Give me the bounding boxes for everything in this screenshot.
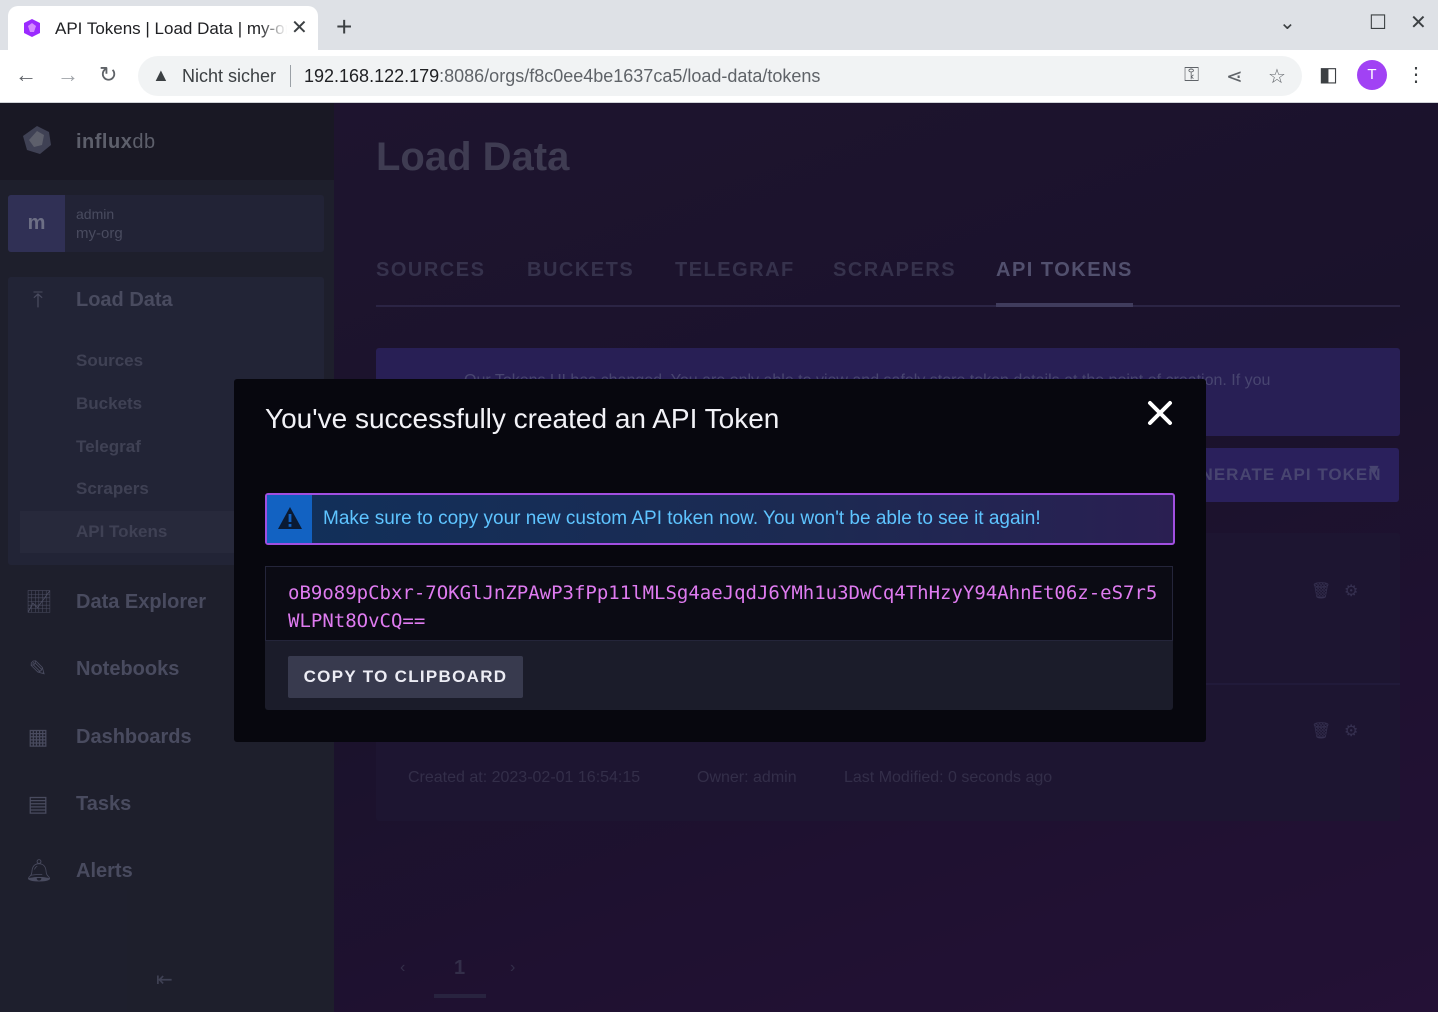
reload-icon[interactable]: ↻ (99, 62, 117, 88)
influxdb-favicon-icon (24, 19, 40, 37)
browser-tab-title: API Tokens | Load Data | my-org | Influx… (55, 19, 287, 38)
warning-icon[interactable]: ▲ (152, 65, 170, 86)
new-tab-icon[interactable]: + (336, 12, 352, 42)
alert-text: Make sure to copy your new custom API to… (323, 508, 1041, 529)
share-icon[interactable]: ⋖ (1226, 64, 1243, 89)
tab-search-icon[interactable]: ⌄ (1279, 10, 1296, 36)
back-icon[interactable]: ← (15, 62, 37, 88)
dialog-title: You've successfully created an API Token (265, 403, 780, 434)
window-close-icon[interactable]: ✕ (1410, 10, 1427, 36)
maximize-icon[interactable]: ☐ (1369, 10, 1387, 36)
profile-avatar[interactable]: T (1357, 60, 1387, 90)
key-icon[interactable]: ⚿ (1184, 64, 1199, 87)
security-label[interactable]: Nicht sicher (182, 66, 276, 87)
influxdb-app: influxdb m admin my-org ⤒ Load Data Sour… (0, 103, 1438, 1012)
address-bar: ← → ↻ ▲ Nicht sicher 192.168.122.179:808… (0, 50, 1438, 103)
url-text[interactable]: 192.168.122.179:8086/orgs/f8c0ee4be1637c… (304, 66, 820, 87)
warning-alert: Make sure to copy your new custom API to… (265, 493, 1175, 545)
warning-triangle-icon (278, 507, 302, 529)
token-value[interactable]: oB9o89pCbxr-7OKGlJnZPAwP3fPp11lMLSg4aeJq… (265, 566, 1173, 641)
menu-kebab-icon[interactable]: ⋮ (1406, 63, 1426, 87)
forward-icon[interactable]: → (57, 62, 79, 88)
omnibox-separator (290, 65, 291, 87)
close-icon[interactable] (1144, 397, 1176, 429)
omnibox[interactable]: ▲ Nicht sicher 192.168.122.179:8086/orgs… (138, 56, 1302, 96)
bookmark-star-icon[interactable]: ☆ (1268, 64, 1286, 89)
tab-close-icon[interactable]: ✕ (291, 16, 308, 40)
copy-to-clipboard-button[interactable]: COPY TO CLIPBOARD (288, 656, 523, 698)
alert-icon-box (267, 495, 312, 543)
url-path: :8086/orgs/f8c0ee4be1637ca5/load-data/to… (439, 66, 821, 86)
side-panel-icon[interactable]: ◧ (1319, 63, 1338, 87)
token-created-dialog: You've successfully created an API Token… (234, 379, 1206, 742)
browser-tab[interactable]: API Tokens | Load Data | my-org | Influx… (8, 6, 318, 50)
browser-tab-bar: API Tokens | Load Data | my-org | Influx… (0, 0, 1438, 50)
token-box: oB9o89pCbxr-7OKGlJnZPAwP3fPp11lMLSg4aeJq… (265, 566, 1173, 710)
url-host: 192.168.122.179 (304, 66, 440, 86)
